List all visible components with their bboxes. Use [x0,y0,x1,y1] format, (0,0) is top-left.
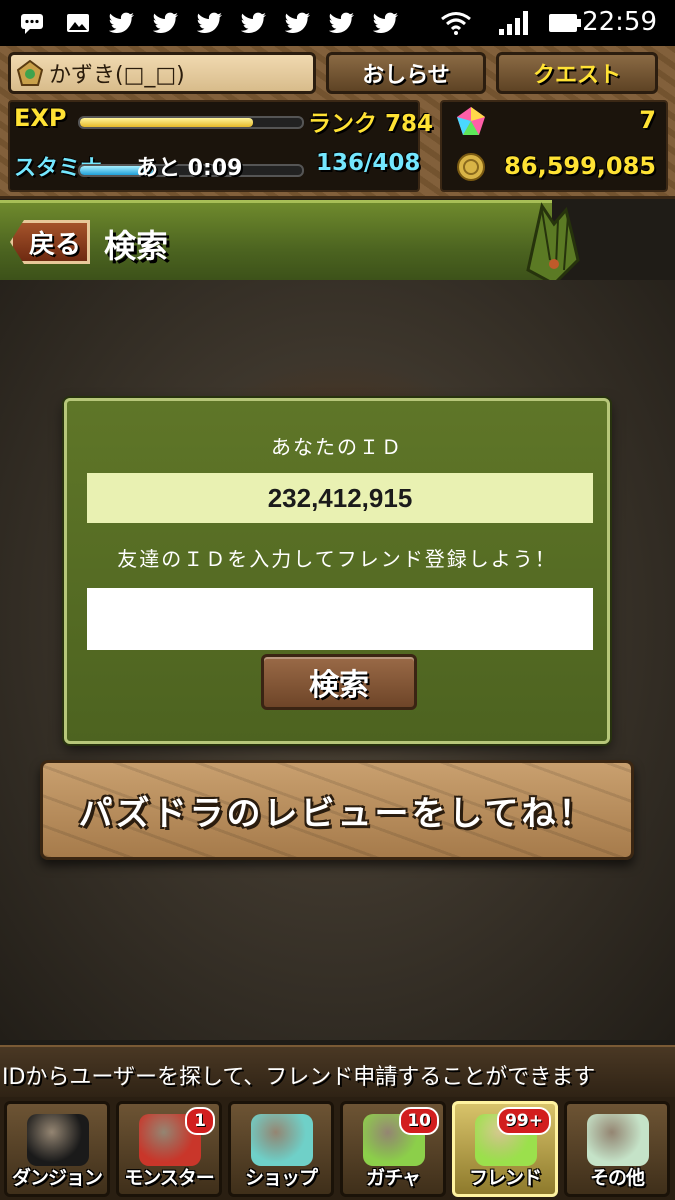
twitter-icon [284,10,312,36]
image-icon [64,10,92,36]
twitter-icon [328,10,356,36]
id-search-dialog: あなたのＩＤ 232,412,915 友達のＩＤを入力してフレンド登録しよう！ … [64,398,610,744]
nav-shop[interactable]: ショップ [228,1101,334,1197]
rank-emblem-icon [16,59,44,86]
chat-icon [18,10,46,36]
player-name: かずき(□_□) [49,63,185,88]
friend-id-input[interactable] [87,588,593,650]
dragon-wing-icon [524,200,580,286]
notification-badge: 1 [185,1107,215,1135]
exp-label: EXP [14,104,67,132]
status-bar: 22:59 [0,0,675,46]
exp-bar [78,116,304,129]
friend-id-prompt: 友達のＩＤを入力してフレンド登録しよう！ [117,547,557,571]
question-mark-icon [587,1114,649,1166]
header-panel: かずき(□_□) おしらせ クエスト EXP ランク 784 スタミナ あと 0… [0,46,675,199]
battery-icon [548,10,582,36]
nav-monster[interactable]: 1 モンスター [116,1101,222,1197]
nav-dungeon[interactable]: ダンジョン [4,1101,110,1197]
nav-other[interactable]: その他 [564,1101,670,1197]
clock: 22:59 [582,7,657,37]
stamina-timer: あと 0:09 [136,156,243,181]
twitter-icon [240,10,268,36]
rank-text: ランク 784 [308,111,434,137]
dungeon-gate-icon [27,1114,89,1166]
twitter-icon [372,10,400,36]
player-name-panel[interactable]: かずき(□_□) [8,52,316,94]
info-bar: IDからユーザーを探して、フレンド申請することができます [0,1045,675,1099]
review-button[interactable]: パズドラのレビューをしてね！ [40,760,634,860]
page-title: 検索 [104,227,169,265]
quest-button[interactable]: クエスト [496,52,658,94]
your-id-value: 232,412,915 [87,473,593,523]
twitter-icon [196,10,224,36]
coin-icon [456,152,486,182]
info-text: IDからユーザーを探して、フレンド申請することができます [2,1065,596,1090]
coin-count: 86,599,085 [504,152,656,180]
magic-stone-count: 7 [639,106,656,134]
back-button[interactable]: 戻る [10,220,90,264]
twitter-icon [108,10,136,36]
bottom-nav: ダンジョン 1 モンスター ショップ 10 ガチャ 99+ フレンド その他 [0,1097,675,1200]
wifi-icon [440,10,472,36]
magic-stone-icon [456,106,486,136]
your-id-label: あなたのＩＤ [271,435,403,459]
nav-gacha[interactable]: 10 ガチャ [340,1101,446,1197]
signal-icon [496,10,532,36]
stamina-value: 136/408 [316,150,421,176]
notification-badge: 10 [399,1107,439,1135]
exp-bar-fill [80,118,254,127]
rainbow-gem-icon [251,1114,313,1166]
news-button[interactable]: おしらせ [326,52,486,94]
title-banner: 戻る 検索 [0,200,552,285]
search-button[interactable]: 検索 [261,654,417,710]
notification-badge: 99+ [497,1107,551,1135]
twitter-icon [152,10,180,36]
nav-friend[interactable]: 99+ フレンド [452,1101,558,1197]
